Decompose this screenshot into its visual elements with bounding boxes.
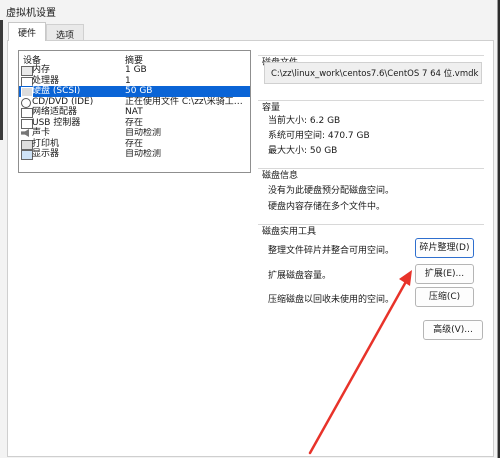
annotation-arrow-icon — [308, 270, 412, 455]
tab-hardware[interactable]: 硬件 — [8, 22, 47, 41]
vm-settings-dialog: 虚拟机设置 硬件 选项 设备 摘要 内存 1 GB 处理器 1 硬盘 (SCSI… — [0, 0, 498, 458]
